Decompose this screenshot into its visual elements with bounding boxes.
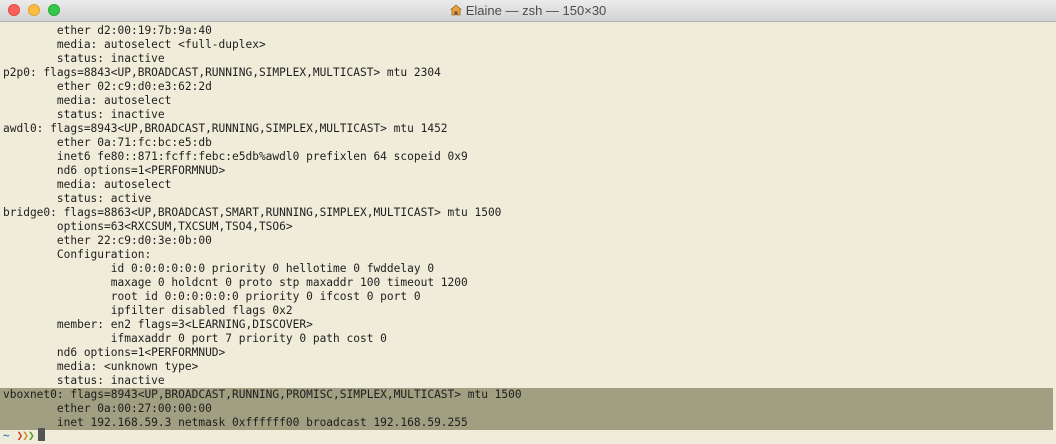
- terminal-line: awdl0: flags=8943<UP,BROADCAST,RUNNING,S…: [3, 122, 448, 135]
- terminal-line: media: autoselect <full-duplex>: [3, 38, 266, 51]
- terminal-line: Configuration:: [3, 248, 152, 261]
- terminal-output[interactable]: ether d2:00:19:7b:9a:40 media: autoselec…: [0, 23, 1056, 444]
- terminal-line: status: inactive: [3, 52, 165, 65]
- terminal-line: status: active: [3, 192, 152, 205]
- window-title-text: Elaine — zsh — 150×30: [465, 3, 607, 18]
- terminal-line: ether 0a:00:27:00:00:00: [3, 402, 212, 415]
- terminal-line: nd6 options=1<PERFORMNUD>: [3, 164, 226, 177]
- terminal-line: ether 02:c9:d0:e3:62:2d: [3, 80, 212, 93]
- terminal-line: status: inactive: [3, 374, 165, 387]
- terminal-line: member: en2 flags=3<LEARNING,DISCOVER>: [3, 318, 313, 331]
- terminal-line: p2p0: flags=8843<UP,BROADCAST,RUNNING,SI…: [3, 66, 441, 79]
- terminal-line: root id 0:0:0:0:0:0 priority 0 ifcost 0 …: [3, 290, 421, 303]
- terminal-line: inet 192.168.59.3 netmask 0xffffff00 bro…: [3, 416, 468, 429]
- terminal-line: media: autoselect: [3, 178, 172, 191]
- terminal-line: ifmaxaddr 0 port 7 priority 0 path cost …: [3, 332, 387, 345]
- terminal-line: options=63<RXCSUM,TXCSUM,TSO4,TSO6>: [3, 220, 293, 233]
- terminal-line: ether 0a:71:fc:bc:e5:db: [3, 136, 212, 149]
- terminal-line: ether 22:c9:d0:3e:0b:00: [3, 234, 212, 247]
- terminal-window: Elaine — zsh — 150×30 ether d2:00:19:7b:…: [0, 0, 1056, 444]
- prompt-arrows-icon: ❯❯❯: [16, 429, 35, 442]
- terminal-line: nd6 options=1<PERFORMNUD>: [3, 346, 226, 359]
- terminal-line: media: autoselect: [3, 94, 172, 107]
- terminal-line: status: inactive: [3, 108, 165, 121]
- terminal-line: maxage 0 holdcnt 0 proto stp maxaddr 100…: [3, 276, 468, 289]
- window-title: Elaine — zsh — 150×30: [0, 0, 1056, 22]
- terminal-line: ether d2:00:19:7b:9a:40: [3, 24, 212, 37]
- terminal-line: id 0:0:0:0:0:0 priority 0 hellotime 0 fw…: [3, 262, 435, 275]
- terminal-line: media: <unknown type>: [3, 360, 199, 373]
- text-cursor: [37, 428, 45, 441]
- house-icon: [449, 4, 462, 16]
- terminal-line: ipfilter disabled flags 0x2: [3, 304, 293, 317]
- title-bar[interactable]: Elaine — zsh — 150×30: [0, 0, 1056, 22]
- terminal-line: inet6 fe80::871:fcff:febc:e5db%awdl0 pre…: [3, 150, 468, 163]
- terminal-line: bridge0: flags=8863<UP,BROADCAST,SMART,R…: [3, 206, 502, 219]
- terminal-line: vboxnet0: flags=8943<UP,BROADCAST,RUNNIN…: [3, 388, 522, 401]
- prompt-cwd: ~: [3, 429, 10, 442]
- shell-prompt[interactable]: ~ ❯❯❯: [3, 428, 45, 443]
